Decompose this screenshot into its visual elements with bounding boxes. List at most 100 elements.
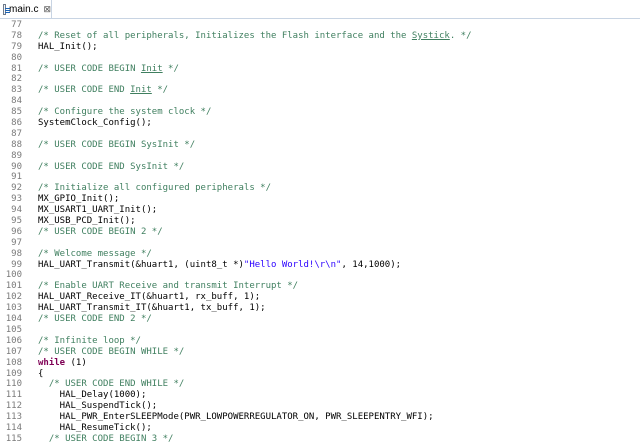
code-line[interactable]: 84 — [0, 96, 640, 107]
code-token: HAL_UART_Receive_IT(&huart1, rx_buff, 1)… — [38, 292, 261, 303]
code-line[interactable]: 110 /* USER CODE END WHILE */ — [0, 379, 640, 390]
code-token: Init — [140, 63, 163, 74]
code-line[interactable]: 114 HAL_ResumeTick(); — [0, 423, 640, 434]
code-line[interactable]: 90 /* USER CODE END SysInit */ — [0, 162, 640, 173]
code-line[interactable]: 103 HAL_UART_Transmit_IT(&huart1, tx_buff… — [0, 303, 640, 314]
code-line[interactable]: 92 /* Initialize all configured periphera… — [0, 183, 640, 194]
code-text: /* USER CODE BEGIN 3 */ — [38, 434, 174, 445]
code-token: HAL_PWR_EnterSLEEPMode(PWR_LOWPOWERREGUL… — [38, 412, 434, 423]
code-line[interactable]: 79 HAL_Init(); — [0, 42, 640, 53]
tab-main-c[interactable]: main.c ⊠ — [0, 0, 52, 18]
line-number: 110 — [5, 379, 22, 390]
code-line[interactable]: 106 /* Infinite loop */ — [0, 336, 640, 347]
code-line[interactable]: 85 /* Configure the system clock */ — [0, 107, 640, 118]
code-line[interactable]: 98 /* Welcome message */ — [0, 249, 640, 260]
line-number: 113 — [5, 412, 22, 423]
code-token: HAL_ResumeTick(); — [38, 422, 152, 433]
code-line[interactable]: 93 MX_GPIO_Init(); — [0, 194, 640, 205]
code-text: HAL_UART_Transmit(&huart1, (uint8_t *)"H… — [38, 260, 401, 271]
line-number: 103 — [5, 303, 22, 314]
code-text: HAL_Delay(1000); — [38, 390, 147, 401]
code-line[interactable]: 86 SystemClock_Config(); — [0, 118, 640, 129]
code-line[interactable]: 113 HAL_PWR_EnterSLEEPMode(PWR_LOWPOWERR… — [0, 412, 640, 423]
code-token: (1) — [65, 357, 87, 368]
code-text: MX_USART1_UART_Init(); — [38, 205, 157, 216]
code-line[interactable]: 111 HAL_Delay(1000); — [0, 390, 640, 401]
line-number: 100 — [5, 270, 22, 281]
code-line[interactable]: 88 /* USER CODE BEGIN SysInit */ — [0, 140, 640, 151]
code-token: HAL_SuspendTick(); — [38, 401, 158, 412]
code-line[interactable]: 83 /* USER CODE END Init */ — [0, 85, 640, 96]
code-text: HAL_ResumeTick(); — [38, 423, 152, 434]
c-file-icon — [3, 3, 10, 15]
code-line[interactable]: 91 — [0, 172, 640, 183]
code-text: /* USER CODE BEGIN WHILE */ — [38, 347, 184, 358]
line-number: 104 — [5, 314, 22, 325]
code-text: /* Welcome message */ — [38, 249, 152, 260]
code-line[interactable]: 102 HAL_UART_Receive_IT(&huart1, rx_buff,… — [0, 292, 640, 303]
line-number: 114 — [5, 422, 22, 433]
code-line[interactable]: 107 /* USER CODE BEGIN WHILE */ — [0, 347, 640, 358]
code-line[interactable]: 115 /* USER CODE BEGIN 3 */ — [0, 434, 640, 445]
code-token: /* Configure the system clock */ — [38, 107, 212, 118]
code-token: MX_USART1_UART_Init(); — [38, 205, 158, 216]
line-number: 102 — [5, 292, 22, 303]
code-text: /* USER CODE END WHILE */ — [38, 379, 184, 390]
code-token: "Hello World!\r\n" — [243, 259, 342, 270]
line-number: 82 — [11, 74, 22, 85]
code-line[interactable]: 108 while (1) — [0, 358, 640, 369]
code-line[interactable]: 100 — [0, 270, 640, 281]
code-line[interactable]: 104 /* USER CODE END 2 */ — [0, 314, 640, 325]
code-line[interactable]: 97 — [0, 238, 640, 249]
code-line[interactable]: 105 — [0, 325, 640, 336]
tab-filename: main.c — [9, 3, 39, 15]
code-text: HAL_Init(); — [38, 42, 98, 53]
line-number: 99 — [11, 259, 22, 270]
code-token: /* USER CODE END WHILE */ — [38, 379, 185, 390]
editor-tab-bar: main.c ⊠ — [0, 0, 640, 19]
code-line[interactable]: 87 — [0, 129, 640, 140]
code-line[interactable]: 78 /* Reset of all peripherals, Initializ… — [0, 31, 640, 42]
code-text: MX_GPIO_Init(); — [38, 194, 119, 205]
line-number: 105 — [5, 324, 22, 335]
code-line[interactable]: 81 /* USER CODE BEGIN Init */ — [0, 64, 640, 75]
code-line[interactable]: 101 /* Enable UART Receive and transmit I… — [0, 281, 640, 292]
code-editor[interactable]: 77 78 /* Reset of all peripherals, Initial… — [0, 19, 640, 445]
code-line[interactable]: 96 /* USER CODE BEGIN 2 */ — [0, 227, 640, 238]
code-line[interactable]: 109 { — [0, 369, 640, 380]
code-text: /* USER CODE END 2 */ — [38, 314, 152, 325]
line-number: 77 — [11, 20, 22, 30]
line-number: 84 — [11, 96, 22, 107]
code-token: /* USER CODE END SysInit */ — [38, 161, 185, 172]
code-text: HAL_SuspendTick(); — [38, 401, 158, 412]
code-token: /* USER CODE BEGIN WHILE */ — [38, 346, 185, 357]
code-text: /* USER CODE END SysInit */ — [38, 162, 184, 173]
line-number: 86 — [11, 118, 22, 129]
line-number: 85 — [11, 107, 22, 118]
code-token: . */ — [449, 30, 472, 41]
code-line[interactable]: 89 — [0, 151, 640, 162]
code-line[interactable]: 77 — [0, 20, 640, 31]
line-number: 93 — [11, 194, 22, 205]
line-number: 94 — [11, 205, 22, 216]
code-line[interactable]: 99 HAL_UART_Transmit(&huart1, (uint8_t *)… — [0, 260, 640, 271]
code-token: HAL_UART_Transmit_IT(&huart1, tx_buff, 1… — [38, 303, 266, 314]
code-token: /* USER CODE END 2 */ — [38, 314, 152, 325]
code-text: HAL_PWR_EnterSLEEPMode(PWR_LOWPOWERREGUL… — [38, 412, 434, 423]
code-text: while (1) — [38, 358, 87, 369]
line-number: 109 — [5, 368, 22, 379]
line-number: 95 — [11, 216, 22, 227]
close-icon[interactable]: ⊠ — [43, 4, 51, 15]
code-line[interactable]: 82 — [0, 74, 640, 85]
code-token: /* Welcome message */ — [38, 248, 152, 259]
code-token: HAL_Init(); — [38, 41, 98, 52]
code-line[interactable]: 112 HAL_SuspendTick(); — [0, 401, 640, 412]
code-text: HAL_UART_Receive_IT(&huart1, rx_buff, 1)… — [38, 292, 260, 303]
code-text: HAL_UART_Transmit_IT(&huart1, tx_buff, 1… — [38, 303, 266, 314]
code-line[interactable]: 95 MX_USB_PCD_Init(); — [0, 216, 640, 227]
line-number: 107 — [5, 346, 22, 357]
code-token: HAL_Delay(1000); — [38, 390, 147, 401]
code-line[interactable]: 80 — [0, 53, 640, 64]
code-line[interactable]: 94 MX_USART1_UART_Init(); — [0, 205, 640, 216]
line-number: 111 — [5, 390, 22, 401]
